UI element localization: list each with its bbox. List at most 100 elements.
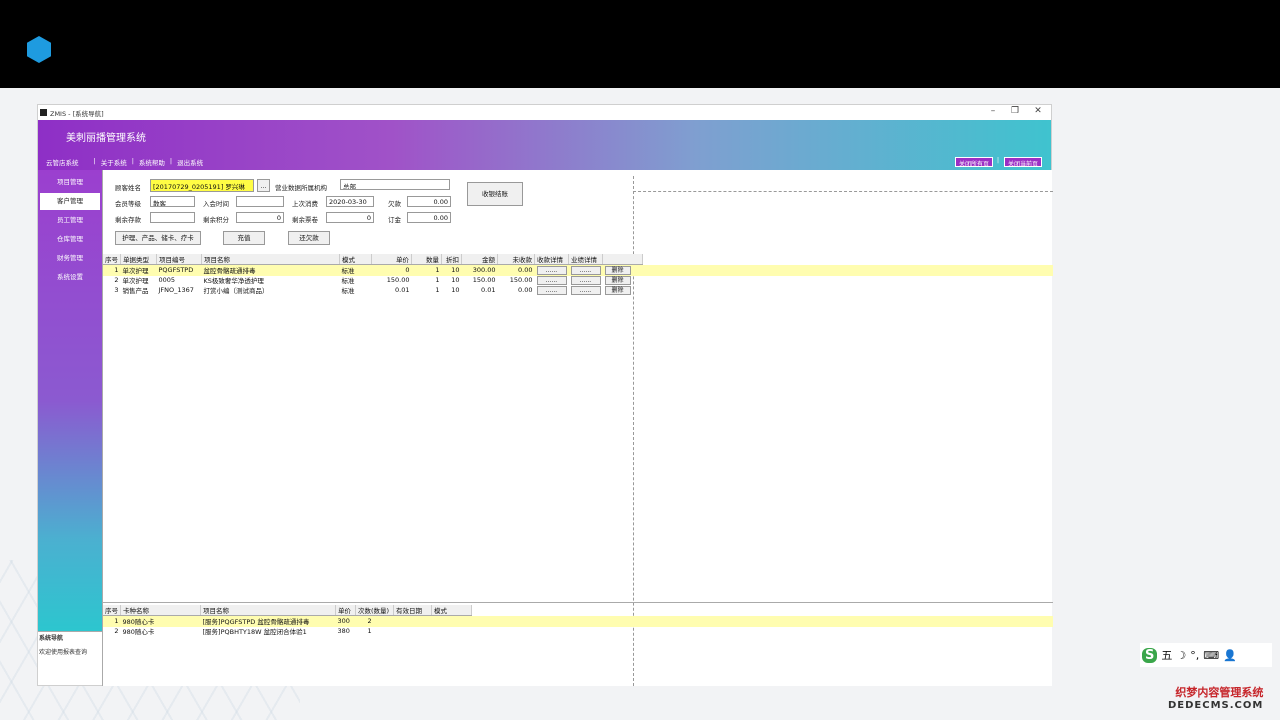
cell[interactable]: 0	[371, 264, 412, 275]
menu-exit[interactable]: 退出系统	[177, 157, 203, 167]
watermark-line1: 织梦内容管理系统	[1175, 686, 1264, 699]
cell: 2	[355, 615, 394, 626]
care-product-card-button[interactable]: 护理、产品、储卡、疗卡	[115, 231, 201, 245]
cell: 980随心卡	[122, 628, 155, 636]
last-spend-field[interactable]: 2020-03-30	[326, 196, 374, 207]
table-row[interactable]: 1 单次护理 PQGFSTPD 盆腔骨骼疏通排毒 标准 0 1 10 300.0…	[103, 264, 643, 275]
divider	[633, 191, 1053, 192]
sidebar-item-settings[interactable]: 系统设置	[40, 269, 100, 286]
cell: 0005	[158, 276, 176, 284]
delete-row-button[interactable]: 删除	[604, 265, 631, 275]
performance-detail-button[interactable]: ......	[570, 265, 601, 275]
menu-help[interactable]: 系统帮助	[139, 157, 165, 167]
cell	[394, 626, 432, 636]
minimize-icon[interactable]: –	[986, 106, 1000, 116]
system-nav-label[interactable]: 系统导航	[38, 631, 102, 643]
column-header: 折扣	[441, 254, 462, 265]
column-header: 模式	[339, 254, 372, 265]
menu-about[interactable]: 关于系统	[101, 157, 127, 167]
recharge-button[interactable]: 充值	[223, 231, 265, 245]
punctuation-icon[interactable]: °,	[1190, 649, 1199, 662]
customer-label: 顾客姓名	[115, 184, 141, 192]
cell: 单次护理	[122, 277, 149, 285]
cell: 1	[103, 615, 121, 626]
sidebar-item-finance[interactable]: 财务管理	[40, 250, 100, 267]
delete-row-button[interactable]: 删除	[604, 275, 631, 285]
member-level-field[interactable]: 散客	[150, 196, 195, 207]
hexagon-logo-icon	[27, 36, 51, 63]
cell: [服务]PQGFSTPD 盆腔骨骼疏通排毒	[200, 615, 336, 626]
header-banner: 美刺丽播管理系统 云管店系统 | 关于系统 | 系统帮助 | 退出系统 关闭所有…	[38, 120, 1051, 170]
cell: 3	[114, 286, 119, 294]
checkout-button[interactable]: 收银结账	[467, 182, 523, 206]
close-current-page-button[interactable]: 关闭当前页	[1004, 157, 1043, 168]
cell: 打赏小编（测试商品）	[203, 287, 269, 295]
performance-detail-button[interactable]: ......	[570, 275, 601, 285]
sogou-logo-icon[interactable]: S	[1142, 647, 1158, 663]
cell: 2	[114, 276, 119, 284]
sidebar-item-project[interactable]: 项目管理	[40, 174, 100, 191]
restore-icon[interactable]: ❐	[1008, 106, 1022, 116]
cell: 0.00	[497, 264, 535, 275]
table-header: 序号 卡种名称 项目名称 单价 次数(数量) 有效日期 模式	[103, 605, 472, 616]
table-row[interactable]: 3 销售产品 JFNO_1367 打赏小编（测试商品） 标准 0.01 1 10…	[103, 285, 643, 295]
order-field[interactable]: 0.00	[407, 212, 451, 223]
user-icon[interactable]: 👤	[1223, 649, 1237, 662]
app-icon	[40, 109, 47, 116]
column-header: 项目名称	[201, 254, 340, 265]
payment-detail-button[interactable]: ......	[536, 285, 567, 295]
repay-debt-button[interactable]: 还欠款	[288, 231, 330, 245]
cards-table: 序号 卡种名称 项目名称 单价 次数(数量) 有效日期 模式 1 980随心卡 …	[103, 605, 472, 636]
column-header: 单价	[371, 254, 412, 265]
cell[interactable]: 0.01	[372, 285, 412, 295]
cell: 1	[103, 264, 121, 275]
window-title: ZMIS - [系统导航]	[50, 110, 104, 118]
order-label: 订金	[388, 216, 401, 224]
close-all-pages-button[interactable]: 关闭所有页	[955, 157, 994, 168]
input-mode-icon[interactable]: 五	[1161, 647, 1172, 663]
customer-field[interactable]: [20170729_0205191] 罗兴琳	[150, 179, 254, 192]
column-header: 收款详情	[534, 254, 569, 265]
cell: 标准	[341, 277, 355, 285]
app-title: 美刺丽播管理系统	[66, 133, 146, 144]
delete-row-button[interactable]: 删除	[604, 285, 631, 295]
table-row[interactable]: 1 980随心卡 [服务]PQGFSTPD 盆腔骨骼疏通排毒 300 2	[103, 615, 472, 626]
cell: 标准	[341, 287, 355, 295]
column-header: 模式	[431, 605, 472, 616]
sidebar-item-warehouse[interactable]: 仓库管理	[40, 231, 100, 248]
sidebar-item-staff[interactable]: 员工管理	[40, 212, 100, 229]
top-bar	[0, 0, 1280, 88]
column-header: 金额	[461, 254, 498, 265]
remain-points-field[interactable]: 0	[236, 212, 284, 223]
debt-field[interactable]: 0.00	[407, 196, 451, 207]
menu-separator: |	[169, 157, 173, 165]
column-header: 未收款	[497, 254, 535, 265]
sidebar-item-customer[interactable]: 客户管理	[40, 193, 100, 210]
title-bar: ZMIS - [系统导航] – ❐ ✕	[38, 105, 1051, 120]
payment-detail-button[interactable]: ......	[536, 275, 567, 285]
moon-icon[interactable]: ☽	[1176, 649, 1186, 662]
performance-detail-button[interactable]: ......	[570, 285, 601, 295]
payment-detail-button[interactable]: ......	[536, 265, 567, 275]
close-icon[interactable]: ✕	[1031, 106, 1045, 116]
browse-customer-button[interactable]: ...	[257, 179, 270, 192]
cell: PQGFSTPD	[156, 264, 202, 275]
cell: 300.00	[461, 264, 498, 275]
remain-coupon-field[interactable]: 0	[326, 212, 374, 223]
column-header: 项目名称	[200, 605, 336, 616]
cell: 1	[435, 286, 440, 294]
cell: 0.01	[481, 286, 496, 294]
cell: 300	[335, 615, 356, 626]
remain-deposit-field[interactable]	[150, 212, 195, 223]
menu-cloud-store[interactable]: 云管店系统	[46, 157, 79, 167]
join-time-field[interactable]	[236, 196, 284, 207]
cell: 1	[411, 264, 442, 275]
table-row[interactable]: 2 980随心卡 [服务]PQBHTY18W 盆腔闭合体验1 380 1	[103, 626, 472, 636]
watermark: 织梦内容管理系统 DEDECMS.COM	[1168, 684, 1263, 711]
cell[interactable]: 150.00	[372, 275, 412, 285]
table-row[interactable]: 2 单次护理 0005 KS极致奢华净透护理 标准 150.00 1 10 15…	[103, 275, 643, 285]
keyboard-icon[interactable]: ⌨	[1203, 649, 1219, 662]
column-header: 次数(数量)	[355, 605, 394, 616]
cell	[431, 615, 472, 626]
org-field[interactable]: 总部	[340, 179, 450, 190]
